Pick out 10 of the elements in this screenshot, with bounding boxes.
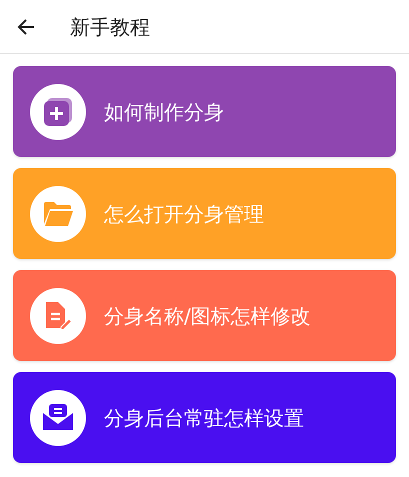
card-label: 分身名称/图标怎样修改 — [104, 302, 311, 330]
tutorial-card[interactable]: 分身后台常驻怎样设置 — [13, 372, 396, 463]
mail-message-icon — [41, 402, 75, 432]
page-title: 新手教程 — [70, 14, 150, 40]
folder-icon — [42, 200, 74, 228]
tutorial-card[interactable]: 如何制作分身 — [13, 66, 396, 157]
card-label: 怎么打开分身管理 — [104, 200, 264, 228]
card-label: 分身后台常驻怎样设置 — [104, 404, 304, 432]
back-icon[interactable] — [16, 16, 36, 36]
card-label: 如何制作分身 — [104, 98, 224, 126]
